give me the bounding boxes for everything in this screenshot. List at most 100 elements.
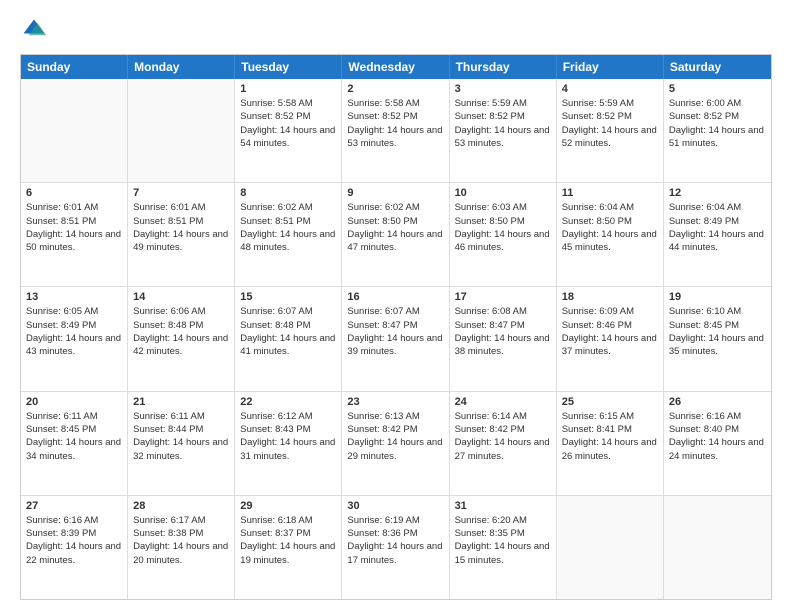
day-number: 14 <box>133 291 229 303</box>
day-cell-28: 28Sunrise: 6:17 AMSunset: 8:38 PMDayligh… <box>128 496 235 599</box>
cell-info-line: Daylight: 14 hours and 39 minutes. <box>347 332 443 359</box>
day-header-monday: Monday <box>128 55 235 79</box>
cell-info-line: Daylight: 14 hours and 31 minutes. <box>240 436 336 463</box>
cell-info-line: Sunset: 8:47 PM <box>347 319 443 332</box>
day-cell-17: 17Sunrise: 6:08 AMSunset: 8:47 PMDayligh… <box>450 287 557 390</box>
cell-info-line: Sunset: 8:52 PM <box>240 110 336 123</box>
cell-info-line: Sunset: 8:49 PM <box>669 215 766 228</box>
day-header-friday: Friday <box>557 55 664 79</box>
day-number: 15 <box>240 291 336 303</box>
cell-info-line: Sunrise: 5:58 AM <box>347 97 443 110</box>
cell-info-line: Daylight: 14 hours and 48 minutes. <box>240 228 336 255</box>
day-cell-1: 1Sunrise: 5:58 AMSunset: 8:52 PMDaylight… <box>235 79 342 182</box>
day-cell-26: 26Sunrise: 6:16 AMSunset: 8:40 PMDayligh… <box>664 392 771 495</box>
cell-info-line: Sunset: 8:50 PM <box>455 215 551 228</box>
cell-info-line: Sunrise: 5:59 AM <box>562 97 658 110</box>
week-row-2: 6 Sunrise: 6:01 AM Sunset: 8:51 PM Daylight… <box>21 182 771 286</box>
day-number: 25 <box>562 396 658 408</box>
day-number: 10 <box>455 187 551 199</box>
cell-info-line: Daylight: 14 hours and 29 minutes. <box>347 436 443 463</box>
cell-info-line: Sunrise: 6:06 AM <box>133 305 229 318</box>
day-number: 19 <box>669 291 766 303</box>
cell-info-line: Sunset: 8:46 PM <box>562 319 658 332</box>
cell-info-line: Daylight: 14 hours and 53 minutes. <box>455 124 551 151</box>
cell-info-line: Sunset: 8:52 PM <box>669 110 766 123</box>
cell-info-line: Sunrise: 6:11 AM <box>133 410 229 423</box>
cell-info-line: Sunrise: 6:17 AM <box>133 514 229 527</box>
cell-info-line: Sunset: 8:38 PM <box>133 527 229 540</box>
day-cell-14: 14Sunrise: 6:06 AMSunset: 8:48 PMDayligh… <box>128 287 235 390</box>
cell-info-line: Sunrise: 5:58 AM <box>240 97 336 110</box>
logo-icon <box>20 16 48 44</box>
day-cell-11: 11 Sunrise: 6:04 AMSunset: 8:50 PMDayligh… <box>557 183 664 286</box>
header <box>20 16 772 44</box>
cell-info-line: Sunrise: 6:08 AM <box>455 305 551 318</box>
day-number: 11 <box>562 187 658 199</box>
cell-info-line: Sunset: 8:51 PM <box>133 215 229 228</box>
day-cell-21: 21Sunrise: 6:11 AMSunset: 8:44 PMDayligh… <box>128 392 235 495</box>
cell-info-line: Sunrise: 6:03 AM <box>455 201 551 214</box>
day-number: 20 <box>26 396 122 408</box>
day-cell-19: 19Sunrise: 6:10 AMSunset: 8:45 PMDayligh… <box>664 287 771 390</box>
cell-info-line: Sunrise: 6:01 AM <box>26 201 122 214</box>
cell-info-line: Sunrise: 6:19 AM <box>347 514 443 527</box>
empty-cell <box>128 79 235 182</box>
cell-info-line: Daylight: 14 hours and 26 minutes. <box>562 436 658 463</box>
cell-info-line: Daylight: 14 hours and 41 minutes. <box>240 332 336 359</box>
cell-info-line: Sunset: 8:52 PM <box>347 110 443 123</box>
cell-info-line: Sunrise: 5:59 AM <box>455 97 551 110</box>
cell-info-line: Sunrise: 6:04 AM <box>562 201 658 214</box>
week-row-5: 27Sunrise: 6:16 AMSunset: 8:39 PMDayligh… <box>21 495 771 599</box>
day-header-saturday: Saturday <box>664 55 771 79</box>
day-number: 5 <box>669 83 766 95</box>
day-number: 6 <box>26 187 122 199</box>
cell-info-line: Sunset: 8:52 PM <box>562 110 658 123</box>
day-cell-12: 12Sunrise: 6:04 AMSunset: 8:49 PMDayligh… <box>664 183 771 286</box>
day-cell-10: 10Sunrise: 6:03 AMSunset: 8:50 PMDayligh… <box>450 183 557 286</box>
cell-info-line: Sunset: 8:50 PM <box>347 215 443 228</box>
cell-info-line: Sunrise: 6:04 AM <box>669 201 766 214</box>
cell-info-line: Sunrise: 6:16 AM <box>669 410 766 423</box>
day-cell-30: 30Sunrise: 6:19 AMSunset: 8:36 PMDayligh… <box>342 496 449 599</box>
day-cell-29: 29Sunrise: 6:18 AMSunset: 8:37 PMDayligh… <box>235 496 342 599</box>
cell-info-line: Sunset: 8:42 PM <box>347 423 443 436</box>
day-number: 27 <box>26 500 122 512</box>
week-row-4: 20Sunrise: 6:11 AMSunset: 8:45 PMDayligh… <box>21 391 771 495</box>
cell-info-line: Sunset: 8:48 PM <box>133 319 229 332</box>
day-number: 7 <box>133 187 229 199</box>
day-cell-24: 24Sunrise: 6:14 AMSunset: 8:42 PMDayligh… <box>450 392 557 495</box>
day-cell-31: 31Sunrise: 6:20 AMSunset: 8:35 PMDayligh… <box>450 496 557 599</box>
cell-info-line: Daylight: 14 hours and 27 minutes. <box>455 436 551 463</box>
day-header-thursday: Thursday <box>450 55 557 79</box>
day-number: 21 <box>133 396 229 408</box>
day-number: 8 <box>240 187 336 199</box>
cell-info-line: Sunrise: 6:05 AM <box>26 305 122 318</box>
day-number: 9 <box>347 187 443 199</box>
day-header-tuesday: Tuesday <box>235 55 342 79</box>
cell-info-line: Daylight: 14 hours and 34 minutes. <box>26 436 122 463</box>
day-cell-5: 5Sunrise: 6:00 AMSunset: 8:52 PMDaylight… <box>664 79 771 182</box>
cell-info-line: Sunrise: 6:10 AM <box>669 305 766 318</box>
cell-info-line: Sunset: 8:50 PM <box>562 215 658 228</box>
day-cell-18: 18Sunrise: 6:09 AMSunset: 8:46 PMDayligh… <box>557 287 664 390</box>
cell-info-line: Sunset: 8:35 PM <box>455 527 551 540</box>
cell-info-line: Sunrise: 6:14 AM <box>455 410 551 423</box>
cell-info-line: Daylight: 14 hours and 44 minutes. <box>669 228 766 255</box>
calendar-body: 1Sunrise: 5:58 AMSunset: 8:52 PMDaylight… <box>21 79 771 599</box>
empty-cell <box>664 496 771 599</box>
cell-info-line: Daylight: 14 hours and 51 minutes. <box>669 124 766 151</box>
cell-info-line: Sunset: 8:45 PM <box>669 319 766 332</box>
day-number: 29 <box>240 500 336 512</box>
day-cell-15: 15Sunrise: 6:07 AMSunset: 8:48 PMDayligh… <box>235 287 342 390</box>
cell-info-line: Daylight: 14 hours and 15 minutes. <box>455 540 551 567</box>
day-number: 28 <box>133 500 229 512</box>
cell-info-line: Sunrise: 6:07 AM <box>240 305 336 318</box>
cell-info-line: Daylight: 14 hours and 45 minutes. <box>562 228 658 255</box>
day-number: 17 <box>455 291 551 303</box>
cell-info-line: Daylight: 14 hours and 53 minutes. <box>347 124 443 151</box>
day-number: 16 <box>347 291 443 303</box>
day-header-wednesday: Wednesday <box>342 55 449 79</box>
cell-info-line: Sunrise: 6:15 AM <box>562 410 658 423</box>
day-number: 24 <box>455 396 551 408</box>
day-cell-6: 6Sunrise: 6:01 AMSunset: 8:51 PMDaylight… <box>21 183 128 286</box>
